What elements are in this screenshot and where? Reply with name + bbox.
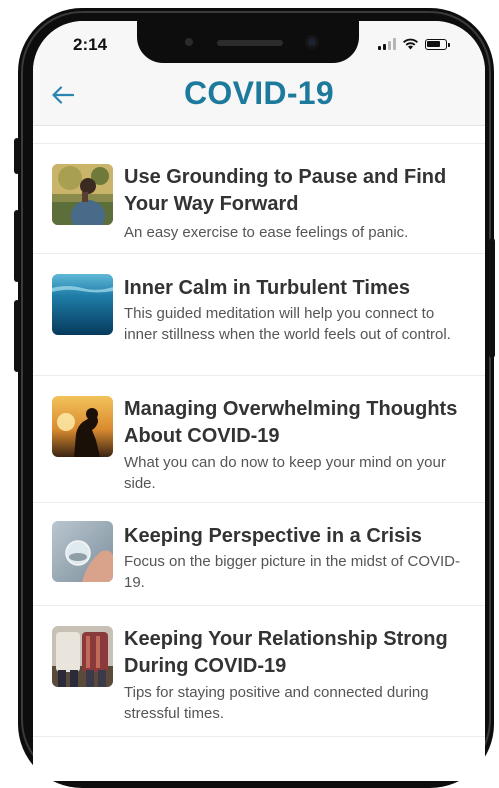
- hand-holding-glass-ball-photo-icon: [52, 521, 113, 582]
- list-item[interactable]: Keeping Your Relationship Strong During …: [33, 605, 485, 736]
- article-list: Use Grounding to Pause and Find Your Way…: [33, 143, 485, 747]
- article-thumbnail: [52, 521, 113, 582]
- list-item[interactable]: Keeping Perspective in a Crisis Focus on…: [33, 502, 485, 605]
- front-camera: [305, 35, 319, 49]
- cellular-signal-icon: [378, 38, 396, 50]
- list-item[interactable]: Managing Overwhelming Thoughts About COV…: [33, 375, 485, 502]
- couple-photo-icon: [52, 626, 113, 687]
- list-divider: [33, 736, 485, 747]
- article-thumbnail: [52, 396, 113, 457]
- speaker-grille: [217, 40, 283, 46]
- underwater-ocean-photo-icon: [52, 274, 113, 335]
- volume-up-button: [14, 210, 20, 282]
- article-description: An easy exercise to ease feelings of pan…: [124, 224, 409, 241]
- status-icons: [378, 37, 450, 50]
- article-description: Focus on the bigger picture in the midst…: [124, 553, 460, 591]
- silhouette-sunset-photo-icon: [52, 396, 113, 457]
- article-title: Keeping Your Relationship Strong During …: [124, 628, 448, 677]
- person-in-nature-photo-icon: [52, 164, 113, 225]
- volume-down-button: [14, 300, 20, 372]
- article-title: Managing Overwhelming Thoughts About COV…: [124, 398, 458, 447]
- article-thumbnail: [52, 626, 113, 687]
- article-description: Tips for staying positive and connected …: [124, 684, 429, 722]
- article-thumbnail: [52, 164, 113, 225]
- wifi-icon: [403, 38, 418, 50]
- notch: [137, 21, 359, 63]
- phone-screen: 2:14 COVID-19 Use Grounding to Pause and…: [33, 21, 485, 781]
- status-time: 2:14: [73, 35, 108, 54]
- article-description: This guided meditation will help you con…: [124, 305, 451, 343]
- power-button: [489, 238, 495, 358]
- list-item[interactable]: Use Grounding to Pause and Find Your Way…: [33, 143, 485, 253]
- mute-switch: [14, 138, 20, 174]
- page-title: COVID-19: [184, 75, 334, 111]
- article-title: Use Grounding to Pause and Find Your Way…: [124, 166, 447, 215]
- article-title: Keeping Perspective in a Crisis: [124, 525, 422, 547]
- article-title: Inner Calm in Turbulent Times: [124, 277, 410, 299]
- list-item[interactable]: Inner Calm in Turbulent Times This guide…: [33, 253, 485, 375]
- article-description: What you can do now to keep your mind on…: [124, 454, 446, 492]
- battery-level: [427, 41, 440, 47]
- battery-icon: [425, 39, 450, 50]
- sensor-dot: [185, 38, 193, 46]
- article-thumbnail: [52, 274, 113, 335]
